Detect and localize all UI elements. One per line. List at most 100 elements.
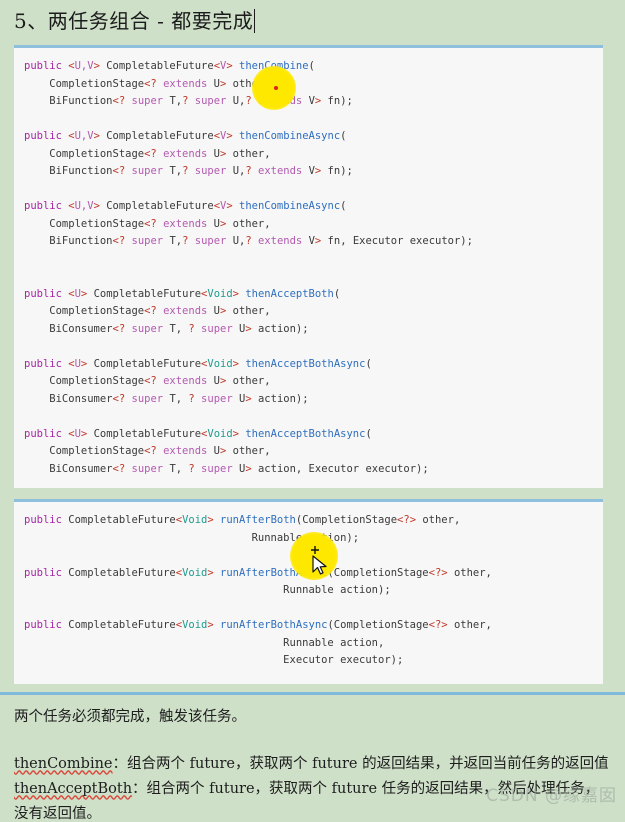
code-token: extends: [156, 77, 214, 90]
code-token: U,: [232, 95, 246, 107]
code-token: super: [125, 462, 170, 475]
code-token: public: [24, 287, 62, 300]
code-token: CompletionStage: [24, 147, 145, 160]
code-token: CompletableFuture: [87, 357, 202, 370]
code-token: U,: [232, 165, 246, 177]
code-token: BiFunction: [24, 95, 113, 107]
code-token: super: [125, 392, 170, 405]
code-token: fn, Executor executor);: [321, 235, 473, 247]
explanation-item: thenCombine：组合两个 future，获取两个 future 的返回结…: [14, 752, 613, 777]
code-token: CompletableFuture: [61, 566, 176, 579]
code-token: public: [24, 514, 62, 526]
code-token: Void: [207, 357, 233, 370]
code-token: other,: [226, 217, 271, 230]
code-token: (CompletionStage: [327, 566, 429, 579]
code-token: action);: [251, 392, 309, 405]
page-title-bar: 5、两任务组合 - 都要完成: [0, 0, 625, 45]
code-token: thenAcceptBothAsync: [245, 427, 366, 440]
code-token: <?: [144, 147, 157, 160]
code-token: super: [188, 235, 233, 247]
code-token: super: [194, 392, 239, 405]
explanation-description: ：组合两个 future，获取两个 future 的返回结果，并返回当前任务的返…: [112, 755, 609, 772]
code-token: action);: [251, 322, 309, 335]
code-token: Void: [182, 619, 208, 631]
code-token: Executor executor);: [24, 654, 404, 666]
code-token: <?: [397, 514, 410, 526]
code-token: CompletableFuture: [99, 60, 214, 72]
code-token: CompletableFuture: [87, 427, 202, 440]
code-token: (: [308, 60, 315, 72]
code-token: Runnable action);: [24, 531, 360, 544]
code-token: super: [194, 322, 239, 335]
code-token: BiConsumer: [24, 392, 113, 405]
code-token: <?: [144, 305, 157, 317]
code-token: thenAcceptBoth: [245, 287, 334, 300]
code-token: <?: [144, 77, 157, 90]
code-token: extends: [156, 147, 214, 160]
explanation-intro: 两个任务必须都完成，触发该任务。: [14, 708, 246, 725]
code-token: Runnable action,: [24, 636, 385, 649]
code-token: public: [24, 619, 62, 631]
code-token: CompletionStage: [24, 375, 145, 387]
code-token: other,: [447, 566, 492, 579]
code-token: (CompletionStage: [327, 619, 429, 631]
code-token: (: [340, 130, 347, 142]
code-token: CompletableFuture: [99, 200, 214, 212]
code-token: other,: [226, 375, 271, 387]
code-token: BiConsumer: [24, 462, 113, 475]
code-token: super: [125, 322, 170, 335]
code-token: action, Executor executor);: [251, 462, 429, 475]
code-token: thenAcceptBothAsync: [245, 357, 366, 370]
code-token: CompletableFuture: [87, 287, 202, 300]
text-caret: [254, 9, 256, 33]
explanation-term: thenAcceptBoth: [14, 780, 133, 797]
code-area: public <U,V> CompletableFuture<V> thenCo…: [0, 45, 625, 684]
code-token: extends: [251, 165, 309, 177]
code-token: runAfterBothAsync: [220, 566, 328, 579]
code-token: extends: [156, 445, 214, 457]
code-token: runAfterBothAsync: [220, 619, 328, 631]
code-token: CompletionStage: [24, 305, 145, 317]
page-title: 5、两任务组合 - 都要完成: [14, 9, 254, 33]
code-token: U,V: [74, 60, 94, 72]
code-token: U,V: [74, 130, 94, 142]
code-token: <?: [112, 95, 126, 107]
code-block-combine: public <U,V> CompletableFuture<V> thenCo…: [14, 45, 603, 488]
code-token: super: [125, 235, 170, 247]
code-token: (: [365, 427, 372, 440]
code-token: other,: [226, 305, 271, 317]
code-token: U,V: [74, 200, 94, 212]
code-token: BiFunction: [24, 235, 113, 247]
code-token: Runnable action);: [24, 584, 391, 596]
code-token: Void: [182, 514, 208, 526]
code-token: super: [188, 165, 233, 177]
code-token: CompletableFuture: [99, 130, 214, 142]
code-token: super: [194, 462, 239, 475]
code-text-run-after-both[interactable]: public CompletableFuture<Void> runAfterB…: [24, 512, 603, 670]
code-token: T,: [169, 322, 189, 335]
code-token: public: [24, 130, 62, 142]
code-token: extends: [156, 217, 214, 230]
code-token: <?: [144, 445, 157, 457]
code-token: public: [24, 566, 62, 579]
code-token: <?: [112, 462, 126, 475]
code-token: CompletionStage: [24, 77, 145, 90]
explanation-term: thenCombine: [14, 755, 113, 772]
code-token: Void: [207, 427, 233, 440]
code-token: <?: [112, 235, 126, 247]
code-token: <?: [112, 392, 126, 405]
code-token: fn);: [321, 165, 353, 177]
code-token: <?: [144, 375, 157, 387]
code-token: T,: [169, 392, 189, 405]
explanation-spacer: [14, 730, 613, 752]
code-token: <?: [112, 322, 126, 335]
code-token: (: [333, 287, 341, 300]
code-text-combine[interactable]: public <U,V> CompletableFuture<V> thenCo…: [24, 58, 603, 478]
code-token: thenCombineAsync: [239, 200, 341, 212]
code-token: <?: [112, 165, 126, 177]
code-token: super: [125, 165, 170, 177]
code-token: Void: [207, 287, 233, 300]
code-token: super: [125, 95, 170, 107]
code-token: <?: [144, 217, 157, 230]
code-token: T,: [169, 95, 183, 107]
